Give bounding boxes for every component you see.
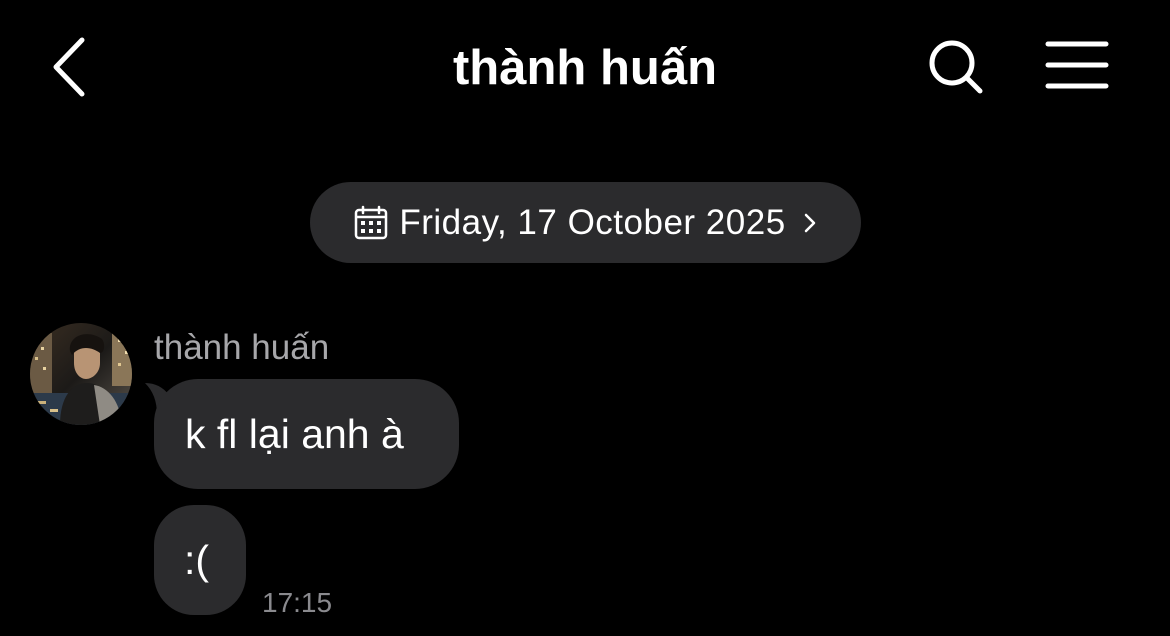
message-text: k fl lại anh à — [185, 410, 404, 457]
avatar-photo — [30, 323, 132, 425]
sender-name: thành huấn — [154, 328, 330, 367]
date-divider-label: Friday, 17 October 2025 — [399, 202, 786, 242]
search-button[interactable] — [922, 36, 988, 98]
menu-button[interactable] — [1040, 38, 1114, 92]
message-bubble[interactable]: k fl lại anh à — [154, 379, 459, 489]
chat-title[interactable]: thành huấn — [0, 38, 1170, 98]
calendar-icon — [355, 205, 388, 239]
message-bubble[interactable]: :( — [154, 505, 246, 615]
hamburger-menu-icon — [1045, 41, 1109, 89]
date-divider-button[interactable]: Friday, 17 October 2025 — [310, 182, 861, 263]
avatar[interactable] — [30, 323, 132, 425]
message-text: :( — [184, 536, 210, 583]
message-timestamp: 17:15 — [262, 587, 333, 618]
chat-header: thành huấn — [0, 0, 1170, 140]
search-icon — [929, 40, 983, 94]
chevron-right-icon — [804, 213, 815, 232]
